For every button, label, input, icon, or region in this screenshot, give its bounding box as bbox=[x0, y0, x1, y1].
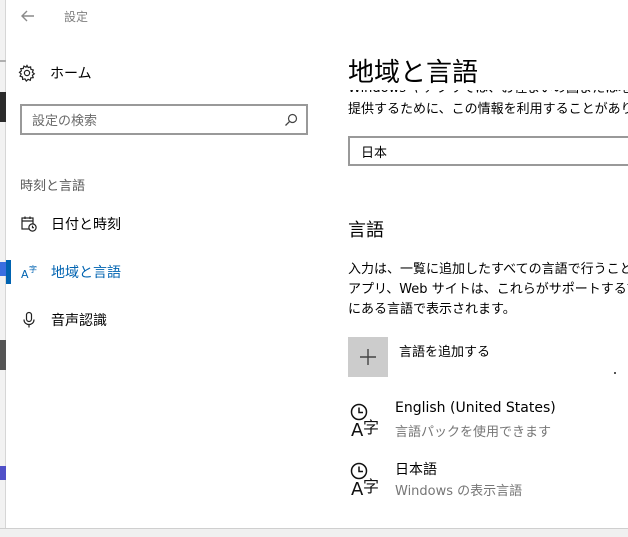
add-language-label: 言語を追加する bbox=[399, 345, 491, 360]
language-name: 日本語 bbox=[395, 462, 437, 478]
sidebar-item-label: 地域と言語 bbox=[51, 265, 121, 281]
content-scroll-area[interactable]: Windows やアプリでは、お住まいの国または地 提供するために、この情報を利… bbox=[348, 90, 628, 528]
gear-icon bbox=[18, 64, 36, 82]
languages-description-line: 入力は、一覧に追加したすべての言語で行うこと bbox=[348, 262, 628, 277]
language-status: Windows の表示言語 bbox=[395, 484, 523, 499]
country-description-line: 提供するために、この情報を利用することがありま bbox=[348, 102, 628, 117]
search-icon[interactable] bbox=[282, 111, 300, 129]
country-value: 日本 bbox=[361, 145, 388, 161]
sidebar-section-title: 時刻と言語 bbox=[20, 179, 86, 194]
language-item-english[interactable]: A 字 English (United States) 言語パックを使用できます bbox=[348, 400, 628, 444]
sidebar-item-label: 音声認識 bbox=[51, 313, 107, 329]
home-button[interactable]: ホーム bbox=[18, 60, 92, 86]
sidebar-item-label: 日付と時刻 bbox=[51, 217, 121, 233]
search-placeholder: 設定の検索 bbox=[32, 114, 98, 129]
page-title: 地域と言語 bbox=[348, 58, 479, 88]
language-name: English (United States) bbox=[395, 400, 556, 416]
country-region-dropdown[interactable]: 日本 bbox=[348, 136, 628, 166]
sidebar-item-date-time[interactable]: 日付と時刻 bbox=[6, 206, 306, 242]
languages-description-line: にある言語で表示されます。 bbox=[348, 302, 516, 317]
svg-text:字: 字 bbox=[29, 264, 37, 274]
plus-icon bbox=[348, 337, 388, 377]
language-status: 言語パックを使用できます bbox=[395, 425, 552, 440]
sidebar-item-speech[interactable]: 音声認識 bbox=[6, 302, 306, 338]
settings-search-input[interactable]: 設定の検索 bbox=[20, 104, 308, 135]
svg-text:A: A bbox=[21, 268, 29, 281]
svg-text:字: 字 bbox=[363, 477, 379, 496]
main-content: 地域と言語 Windows やアプリでは、お住まいの国または地 提供するために、… bbox=[348, 32, 628, 528]
back-arrow-icon bbox=[21, 10, 34, 22]
settings-window: 設定 ホーム 設定の検索 時刻と言語 日付と時刻 A 字 地域と言語 音声認識 … bbox=[6, 0, 628, 528]
background-taskbar-edge bbox=[0, 528, 628, 537]
languages-description-line: アプリ、Web サイトは、これらがサポートする言語 bbox=[348, 282, 628, 297]
home-label: ホーム bbox=[50, 66, 92, 82]
selection-indicator bbox=[6, 212, 11, 236]
languages-description: 入力は、一覧に追加したすべての言語で行うこと アプリ、Web サイトは、これらが… bbox=[348, 260, 628, 320]
language-pack-icon: A 字 bbox=[348, 402, 384, 442]
calendar-clock-icon bbox=[20, 215, 38, 233]
window-title: 設定 bbox=[64, 10, 89, 24]
language-item-japanese[interactable]: A 字 日本語 Windows の表示言語 bbox=[348, 459, 628, 503]
microphone-icon bbox=[20, 311, 38, 329]
separator-dot bbox=[614, 372, 616, 374]
add-language-button[interactable]: 言語を追加する bbox=[348, 337, 490, 379]
languages-heading: 言語 bbox=[348, 220, 384, 241]
sidebar-item-region-language[interactable]: A 字 地域と言語 bbox=[6, 254, 306, 290]
language-icon: A 字 bbox=[20, 263, 38, 281]
language-pack-icon: A 字 bbox=[348, 461, 384, 501]
selection-indicator bbox=[6, 308, 11, 332]
country-description-line: Windows やアプリでは、お住まいの国または地 bbox=[348, 90, 628, 98]
selection-indicator bbox=[6, 260, 11, 284]
sidebar: ホーム 設定の検索 時刻と言語 日付と時刻 A 字 地域と言語 音声認識 bbox=[6, 32, 316, 528]
svg-text:字: 字 bbox=[363, 418, 379, 437]
title-bar: 設定 bbox=[6, 0, 628, 32]
back-button[interactable] bbox=[14, 4, 42, 28]
